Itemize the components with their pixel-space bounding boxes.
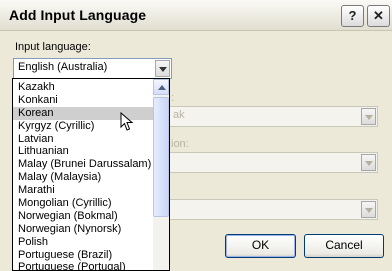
list-item[interactable]: Norwegian (Bokmal)	[13, 210, 154, 223]
keyboard-layout-label: :	[171, 92, 175, 104]
ime-label: ion:	[171, 138, 189, 150]
list-item[interactable]: Lithuanian	[13, 145, 154, 158]
list-item[interactable]: Norwegian (Nynorsk)	[13, 223, 154, 236]
scrollbar-thumb[interactable]	[153, 97, 169, 217]
keyboard-layout-value: ak	[173, 109, 185, 121]
cancel-button[interactable]: Cancel	[304, 234, 384, 258]
keyboard-layout-select: ak	[160, 106, 378, 127]
input-language-label: Input language:	[15, 41, 91, 53]
list-item[interactable]: Konkani	[13, 94, 154, 107]
close-button[interactable]: ✕	[367, 5, 390, 27]
language-list: Kazakh Konkani Korean Kyrgyz (Cyrillic) …	[13, 81, 154, 270]
help-button[interactable]: ?	[341, 5, 364, 27]
list-item[interactable]: Malay (Malaysia)	[13, 171, 154, 184]
add-input-language-dialog: Add Input Language ? ✕ Input language: E…	[0, 0, 392, 271]
dialog-title: Add Input Language	[9, 7, 147, 23]
mouse-cursor-icon	[120, 112, 134, 131]
list-item[interactable]: Mongolian (Cyrillic)	[13, 197, 154, 210]
list-item[interactable]: Portuguese (Brazil)	[13, 249, 154, 262]
chevron-down-icon	[361, 108, 376, 125]
list-item[interactable]: Portuguese (Portugal)	[13, 261, 154, 270]
input-language-dropdown-list[interactable]: Kazakh Konkani Korean Kyrgyz (Cyrillic) …	[12, 78, 170, 271]
chevron-down-icon	[361, 201, 376, 218]
title-bar: Add Input Language ? ✕	[0, 0, 392, 31]
ok-button[interactable]: OK	[225, 234, 296, 258]
vertical-scrollbar[interactable]	[153, 79, 169, 270]
chevron-down-icon	[361, 154, 376, 171]
scroll-up-arrow-icon[interactable]	[153, 79, 169, 95]
input-language-value: English (Australia)	[18, 61, 108, 73]
list-item[interactable]: Marathi	[13, 184, 154, 197]
ime-select	[160, 152, 378, 173]
third-select	[160, 199, 378, 220]
list-item[interactable]: Latvian	[13, 133, 154, 146]
input-language-select[interactable]: English (Australia)	[13, 58, 172, 79]
list-item[interactable]: Polish	[13, 236, 154, 249]
list-item[interactable]: Kazakh	[13, 81, 154, 94]
chevron-down-icon[interactable]	[155, 60, 170, 77]
list-item[interactable]: Malay (Brunei Darussalam)	[13, 158, 154, 171]
